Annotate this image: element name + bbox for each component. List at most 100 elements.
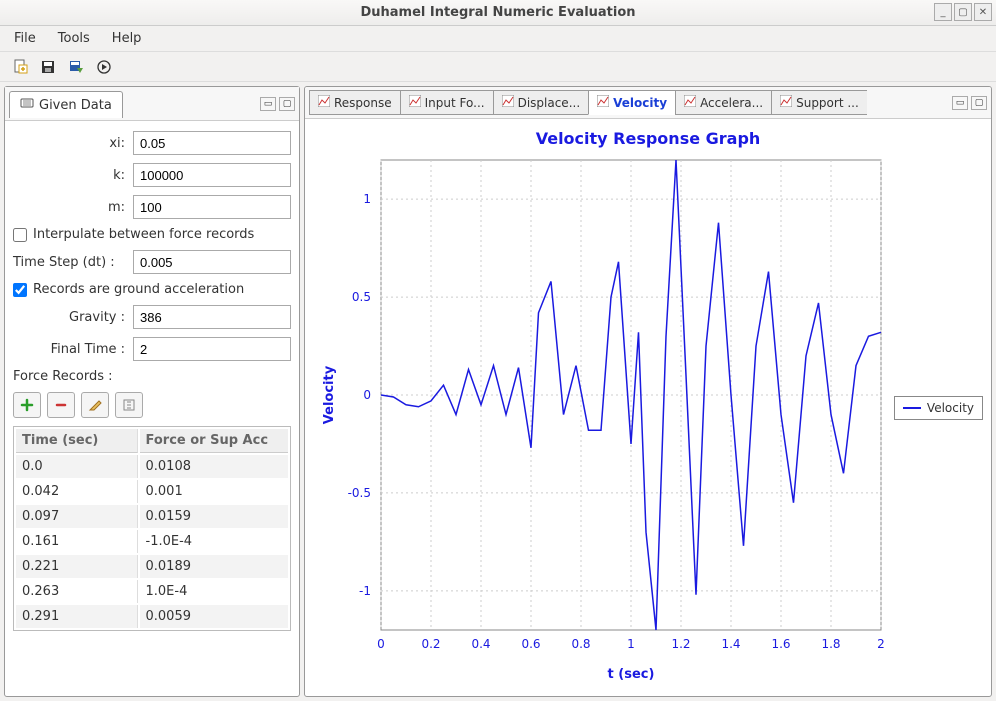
window-title: Duhamel Integral Numeric Evaluation bbox=[0, 5, 996, 20]
chart-legend: Velocity bbox=[894, 396, 983, 420]
gravity-input[interactable] bbox=[133, 305, 291, 329]
svg-text:0: 0 bbox=[363, 388, 371, 402]
svg-text:1.8: 1.8 bbox=[821, 637, 840, 651]
force-records-label: Force Records : bbox=[13, 369, 291, 384]
table-row[interactable]: 0.00.0108 bbox=[16, 455, 288, 478]
tab-input-fo-[interactable]: Input Fo... bbox=[400, 90, 493, 115]
panel-minimize-button[interactable]: ▭ bbox=[260, 97, 276, 111]
xi-input[interactable] bbox=[133, 131, 291, 155]
tab-accelera-[interactable]: Accelera... bbox=[675, 90, 771, 115]
svg-text:2: 2 bbox=[877, 637, 885, 651]
ground-accel-label: Records are ground acceleration bbox=[33, 282, 244, 297]
titlebar: Duhamel Integral Numeric Evaluation _ ▢ … bbox=[0, 0, 996, 26]
table-row[interactable]: 0.161-1.0E-4 bbox=[16, 530, 288, 553]
svg-text:0.6: 0.6 bbox=[521, 637, 540, 651]
col-force-header[interactable]: Force or Sup Acc bbox=[140, 429, 289, 453]
m-input[interactable] bbox=[133, 195, 291, 219]
table-row[interactable]: 0.2910.0059 bbox=[16, 605, 288, 628]
svg-text:t (sec): t (sec) bbox=[608, 667, 655, 682]
cell-time[interactable]: 0.042 bbox=[16, 480, 138, 503]
given-data-tab-label: Given Data bbox=[39, 98, 112, 113]
data-icon bbox=[20, 96, 34, 114]
chart-panel: ResponseInput Fo...Displace...VelocityAc… bbox=[304, 86, 992, 697]
menu-file[interactable]: File bbox=[6, 28, 44, 49]
cell-time[interactable]: 0.161 bbox=[16, 530, 138, 553]
cell-force[interactable]: 1.0E-4 bbox=[140, 580, 289, 603]
chart-panel-maximize[interactable]: ▢ bbox=[971, 96, 987, 110]
new-file-button[interactable] bbox=[10, 57, 30, 77]
chart-icon bbox=[318, 95, 330, 110]
chart-icon bbox=[780, 95, 792, 110]
records-table[interactable]: Time (sec) Force or Sup Acc 0.00.01080.0… bbox=[13, 426, 291, 631]
table-row[interactable]: 0.2631.0E-4 bbox=[16, 580, 288, 603]
add-record-button[interactable] bbox=[13, 392, 41, 418]
maximize-button[interactable]: ▢ bbox=[954, 3, 972, 21]
menu-tools[interactable]: Tools bbox=[50, 28, 98, 49]
remove-record-button[interactable] bbox=[47, 392, 75, 418]
table-row[interactable]: 0.0970.0159 bbox=[16, 505, 288, 528]
svg-text:0.4: 0.4 bbox=[471, 637, 490, 651]
dt-input[interactable] bbox=[133, 250, 291, 274]
cell-force[interactable]: 0.0189 bbox=[140, 555, 289, 578]
minimize-button[interactable]: _ bbox=[934, 3, 952, 21]
final-time-input[interactable] bbox=[133, 337, 291, 361]
svg-text:1.2: 1.2 bbox=[671, 637, 690, 651]
legend-line-icon bbox=[903, 407, 921, 409]
close-button[interactable]: ✕ bbox=[974, 3, 992, 21]
final-time-label: Final Time : bbox=[13, 342, 133, 357]
save-button[interactable] bbox=[38, 57, 58, 77]
menubar: File Tools Help bbox=[0, 26, 996, 52]
svg-text:-0.5: -0.5 bbox=[348, 486, 371, 500]
cell-time[interactable]: 0.097 bbox=[16, 505, 138, 528]
cell-time[interactable]: 0.221 bbox=[16, 555, 138, 578]
svg-text:0: 0 bbox=[377, 637, 385, 651]
table-row[interactable]: 0.2210.0189 bbox=[16, 555, 288, 578]
save-as-button[interactable] bbox=[66, 57, 86, 77]
xi-label: xi: bbox=[13, 136, 133, 151]
svg-text:1.6: 1.6 bbox=[771, 637, 790, 651]
import-record-button[interactable] bbox=[115, 392, 143, 418]
given-data-tab[interactable]: Given Data bbox=[9, 91, 123, 118]
chart-icon bbox=[409, 95, 421, 110]
cell-force[interactable]: -1.0E-4 bbox=[140, 530, 289, 553]
tab-support-[interactable]: Support ... bbox=[771, 90, 867, 115]
toolbar bbox=[0, 52, 996, 82]
gravity-label: Gravity : bbox=[13, 310, 133, 325]
cell-force[interactable]: 0.0159 bbox=[140, 505, 289, 528]
table-row[interactable]: 0.0420.001 bbox=[16, 480, 288, 503]
menu-help[interactable]: Help bbox=[104, 28, 150, 49]
svg-text:0.2: 0.2 bbox=[421, 637, 440, 651]
cell-time[interactable]: 0.0 bbox=[16, 455, 138, 478]
interpolate-label: Interpulate between force records bbox=[33, 227, 254, 242]
svg-text:0.8: 0.8 bbox=[571, 637, 590, 651]
chart-panel-minimize[interactable]: ▭ bbox=[952, 96, 968, 110]
given-data-panel: Given Data ▭ ▢ xi: k: m: Interpulate bet… bbox=[4, 86, 300, 697]
svg-text:-1: -1 bbox=[359, 584, 371, 598]
col-time-header[interactable]: Time (sec) bbox=[16, 429, 138, 453]
chart-icon bbox=[502, 95, 514, 110]
panel-maximize-button[interactable]: ▢ bbox=[279, 97, 295, 111]
chart-tabs: ResponseInput Fo...Displace...VelocityAc… bbox=[305, 87, 991, 119]
dt-label: Time Step (dt) : bbox=[13, 255, 133, 270]
chart-icon bbox=[597, 95, 609, 110]
svg-text:Velocity: Velocity bbox=[322, 365, 337, 424]
velocity-chart: 00.20.40.60.811.21.41.61.82-1-0.500.51t … bbox=[311, 150, 971, 690]
k-input[interactable] bbox=[133, 163, 291, 187]
chart-icon bbox=[684, 95, 696, 110]
legend-label: Velocity bbox=[927, 401, 974, 415]
run-button[interactable] bbox=[94, 57, 114, 77]
cell-force[interactable]: 0.0059 bbox=[140, 605, 289, 628]
svg-text:1: 1 bbox=[627, 637, 635, 651]
cell-force[interactable]: 0.001 bbox=[140, 480, 289, 503]
svg-text:0.5: 0.5 bbox=[352, 290, 371, 304]
ground-accel-checkbox[interactable] bbox=[13, 283, 27, 297]
m-label: m: bbox=[13, 200, 133, 215]
tab-displace-[interactable]: Displace... bbox=[493, 90, 589, 115]
tab-response[interactable]: Response bbox=[309, 90, 400, 115]
cell-time[interactable]: 0.291 bbox=[16, 605, 138, 628]
tab-velocity[interactable]: Velocity bbox=[588, 90, 675, 115]
interpolate-checkbox[interactable] bbox=[13, 228, 27, 242]
cell-time[interactable]: 0.263 bbox=[16, 580, 138, 603]
edit-record-button[interactable] bbox=[81, 392, 109, 418]
cell-force[interactable]: 0.0108 bbox=[140, 455, 289, 478]
